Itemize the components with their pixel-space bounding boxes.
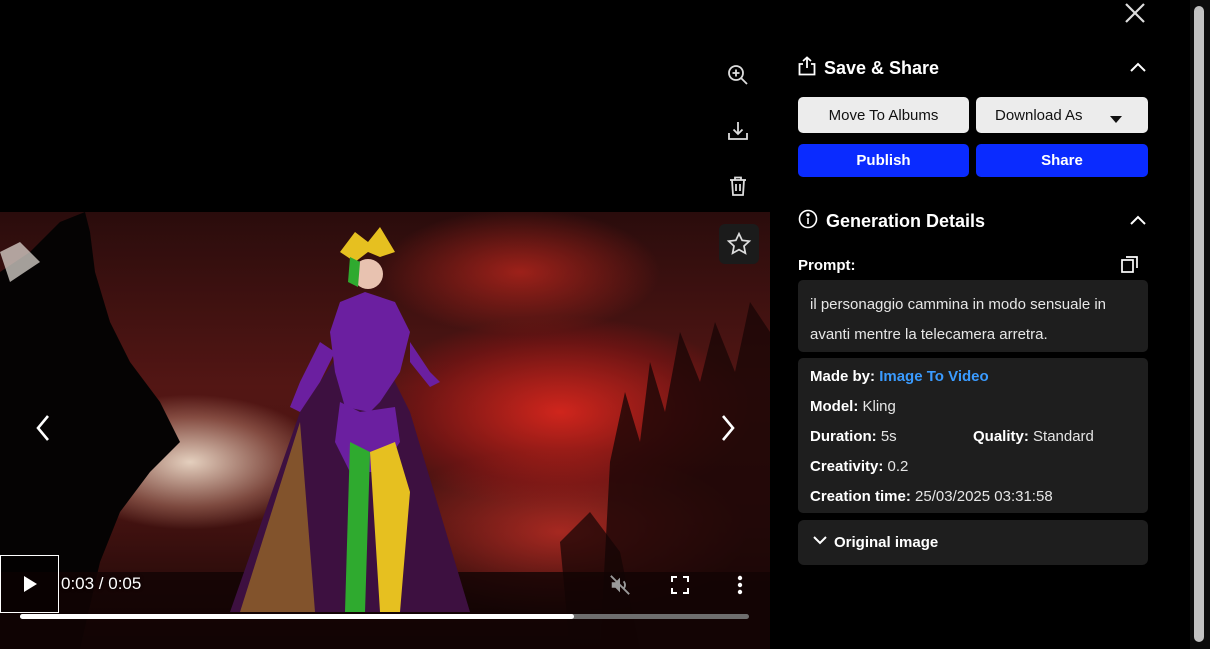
close-icon[interactable] (1124, 2, 1146, 24)
original-image-toggle[interactable]: Original image (798, 520, 1148, 565)
progress-bar-fill (20, 614, 575, 619)
download-as-dropdown[interactable]: Download As (976, 97, 1148, 133)
share-button[interactable]: Share (976, 144, 1148, 177)
chevron-up-icon[interactable] (1128, 211, 1148, 231)
prompt-text: il personaggio cammina in modo sensuale … (798, 280, 1148, 352)
made-by-label: Made by: (810, 368, 876, 385)
play-icon[interactable] (0, 555, 59, 613)
fullscreen-icon[interactable] (669, 574, 691, 596)
zoom-in-icon[interactable] (718, 55, 758, 95)
download-icon[interactable] (718, 111, 758, 151)
duration-row: Duration: 5s (810, 428, 897, 445)
copy-icon[interactable] (1120, 254, 1142, 276)
generation-metadata: Made by: Image To Video Model: Kling Dur… (798, 358, 1148, 513)
quality-row: Quality: Standard (973, 428, 1094, 445)
share-label: Share (1041, 152, 1083, 169)
creativity-value: 0.2 (887, 458, 909, 475)
prompt-label: Prompt: (798, 257, 856, 274)
save-share-title: Save & Share (824, 57, 940, 78)
generation-details-title: Generation Details (826, 210, 986, 231)
chevron-up-icon[interactable] (1128, 58, 1148, 78)
publish-button[interactable]: Publish (798, 144, 969, 177)
quality-value: Standard (1033, 428, 1094, 445)
made-by-row: Made by: Image To Video (810, 368, 989, 385)
generation-details-header[interactable]: Generation Details (798, 209, 1148, 233)
creation-time-value: 25/03/2025 03:31:58 (915, 488, 1053, 505)
creativity-label: Creativity: (810, 458, 884, 475)
save-share-header[interactable]: Save & Share (798, 55, 1148, 81)
trash-icon[interactable] (718, 166, 758, 206)
model-row: Model: Kling (810, 398, 896, 415)
move-to-albums-label: Move To Albums (828, 106, 939, 124)
model-value: Kling (862, 398, 896, 415)
chevron-right-icon[interactable] (705, 406, 749, 450)
scrollbar[interactable] (1190, 0, 1210, 649)
volume-muted-icon[interactable] (609, 574, 631, 596)
chevron-left-icon[interactable] (22, 406, 66, 450)
playback-time: 0:03 / 0:05 (61, 574, 142, 593)
move-to-albums-button[interactable]: Move To Albums (798, 97, 969, 133)
more-vertical-icon[interactable] (729, 574, 751, 596)
creation-time-label: Creation time: (810, 488, 911, 505)
download-as-label: Download As (995, 106, 1083, 124)
made-by-link[interactable]: Image To Video (879, 368, 988, 385)
details-panel: Save & Share Move To Albums Download As … (784, 0, 1184, 649)
publish-label: Publish (856, 152, 911, 169)
star-icon[interactable] (719, 224, 759, 264)
creativity-row: Creativity: 0.2 (810, 458, 908, 475)
chevron-down-icon (812, 532, 828, 553)
duration-value: 5s (880, 428, 897, 445)
share-upload-icon (798, 55, 816, 81)
original-image-label: Original image (834, 534, 939, 551)
creation-time-row: Creation time: 25/03/2025 03:31:58 (810, 488, 1053, 505)
duration-label: Duration: (810, 428, 877, 445)
scrollbar-thumb[interactable] (1194, 6, 1204, 642)
caret-down-icon (1110, 111, 1122, 128)
quality-label: Quality: (973, 428, 1029, 445)
media-viewer: 0:03 / 0:05 (0, 0, 770, 649)
model-label: Model: (810, 398, 859, 415)
info-icon (798, 209, 818, 234)
progress-bar[interactable] (20, 614, 749, 619)
video-controls: 0:03 / 0:05 (0, 555, 770, 649)
